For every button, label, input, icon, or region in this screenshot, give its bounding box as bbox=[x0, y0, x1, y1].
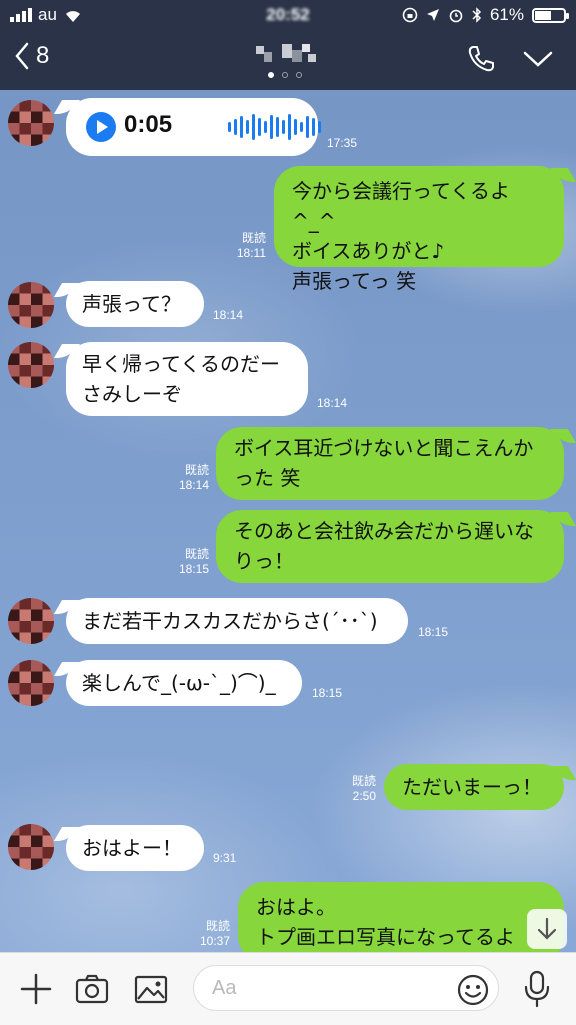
avatar[interactable] bbox=[8, 282, 54, 328]
arrow-down-icon bbox=[537, 917, 557, 940]
page-indicator bbox=[268, 72, 302, 78]
incoming-message-bubble[interactable]: まだ若干カスカスだからさ(´･･`) bbox=[66, 598, 408, 644]
message-time: 10:37 bbox=[199, 934, 230, 948]
battery-percent: 61% bbox=[489, 5, 524, 24]
incoming-message-bubble[interactable]: 早く帰ってくるのだー さみしーぞ bbox=[66, 342, 308, 416]
phone-icon[interactable] bbox=[466, 44, 496, 74]
message-line: まだ若干カスカスだからさ(´･･`) bbox=[82, 609, 378, 633]
message-line: さみしーぞ bbox=[82, 382, 182, 406]
message-line: りっ！ bbox=[234, 549, 294, 573]
outgoing-message-bubble[interactable]: そのあと会社飲み会だから遅いな りっ！ bbox=[216, 510, 564, 583]
incoming-message-bubble[interactable]: 声張って？ bbox=[66, 281, 204, 327]
chat-header: 8 bbox=[0, 30, 576, 90]
chat-history[interactable]: 0:05 17:35 今から会議行ってくるよ^_^ ボイスありがと♪ 声張ってっ… bbox=[0, 90, 576, 952]
message-line: 今から会議行ってくるよ^_^ bbox=[292, 179, 510, 233]
chevron-left-icon bbox=[15, 42, 29, 70]
message-meta: 既読 10:37 bbox=[200, 919, 230, 949]
message-time: 17:35 bbox=[327, 136, 358, 150]
message-line: おはよー！ bbox=[82, 836, 182, 860]
message-line: そのあと会社飲み会だから遅いな bbox=[234, 519, 534, 543]
avatar[interactable] bbox=[8, 824, 54, 870]
message-line: 声張ってっ 笑 bbox=[292, 269, 417, 293]
read-receipt: 既読 bbox=[351, 774, 376, 788]
read-receipt: 既読 bbox=[184, 463, 209, 477]
unread-count: 8 bbox=[36, 42, 50, 69]
message-time: 2:50 bbox=[352, 789, 376, 803]
message-line: 声張って？ bbox=[82, 292, 181, 316]
avatar[interactable] bbox=[8, 598, 54, 644]
chat-title-pixelated bbox=[250, 42, 330, 66]
message-input[interactable] bbox=[193, 965, 499, 1011]
message-time: 18:11 bbox=[236, 246, 266, 260]
read-receipt: 既読 bbox=[205, 919, 230, 933]
voice-duration: 0:05 bbox=[124, 111, 173, 138]
rotation-lock-icon bbox=[402, 7, 418, 23]
microphone-icon[interactable] bbox=[522, 969, 552, 1009]
plus-icon[interactable] bbox=[18, 971, 54, 1007]
message-line: ボイスありがと♪ bbox=[292, 239, 445, 263]
message-time: 18:14 bbox=[213, 308, 244, 322]
message-meta: 既読 18:11 bbox=[237, 231, 266, 261]
waveform-icon bbox=[228, 113, 321, 141]
image-icon[interactable] bbox=[133, 971, 169, 1007]
message-time: 18:14 bbox=[317, 396, 348, 410]
outgoing-message-bubble[interactable]: 今から会議行ってくるよ^_^ ボイスありがと♪ 声張ってっ 笑 bbox=[274, 166, 564, 293]
alarm-icon bbox=[449, 9, 463, 23]
message-line: った 笑 bbox=[234, 466, 301, 490]
message-meta: 既読 18:15 bbox=[179, 547, 209, 577]
scroll-to-bottom-button[interactable] bbox=[527, 909, 567, 949]
message-line: おはよ。 bbox=[256, 895, 336, 919]
message-time: 18:15 bbox=[418, 625, 449, 639]
incoming-message-bubble[interactable]: おはよー！ bbox=[66, 825, 204, 871]
read-receipt: 既読 bbox=[241, 231, 266, 245]
play-icon[interactable] bbox=[86, 112, 116, 142]
message-line: トプ画エロ写真になってるよ bbox=[256, 925, 515, 949]
message-time: 9:31 bbox=[213, 851, 237, 865]
back-button[interactable]: 8 bbox=[14, 42, 49, 70]
message-time: 18:14 bbox=[178, 478, 209, 492]
message-line: ボイス耳近づけないと聞こえんか bbox=[234, 436, 534, 460]
voice-message-bubble[interactable]: 0:05 bbox=[66, 98, 321, 156]
message-time: 18:15 bbox=[178, 562, 209, 576]
chevron-down-icon[interactable] bbox=[522, 48, 554, 70]
message-line: 早く帰ってくるのだー bbox=[82, 352, 280, 376]
message-line: 楽しんで_(-ω-`_)⌒)_ bbox=[82, 671, 276, 695]
message-meta: 既読 2:50 bbox=[352, 774, 376, 804]
emoji-icon[interactable] bbox=[456, 973, 490, 1007]
message-line: ただいまーっ！ bbox=[402, 775, 542, 799]
message-meta: 既読 18:14 bbox=[179, 463, 209, 493]
message-input-bar bbox=[0, 952, 576, 1025]
outgoing-message-bubble[interactable]: ボイス耳近づけないと聞こえんか った 笑 bbox=[216, 427, 564, 500]
bluetooth-icon bbox=[472, 7, 482, 23]
outgoing-message-bubble[interactable]: おはよ。 トプ画エロ写真になってるよ bbox=[238, 882, 564, 952]
read-receipt: 既読 bbox=[184, 547, 209, 561]
incoming-message-bubble[interactable]: 楽しんで_(-ω-`_)⌒)_ bbox=[66, 660, 302, 706]
status-bar: au 20:52 61% bbox=[0, 0, 576, 30]
avatar[interactable] bbox=[8, 100, 54, 146]
message-time: 18:15 bbox=[312, 686, 343, 700]
location-arrow-icon bbox=[426, 9, 439, 21]
avatar[interactable] bbox=[8, 660, 54, 706]
battery-icon bbox=[532, 7, 569, 23]
avatar[interactable] bbox=[8, 342, 54, 388]
outgoing-message-bubble[interactable]: ただいまーっ！ bbox=[384, 764, 564, 810]
camera-icon[interactable] bbox=[74, 971, 110, 1007]
